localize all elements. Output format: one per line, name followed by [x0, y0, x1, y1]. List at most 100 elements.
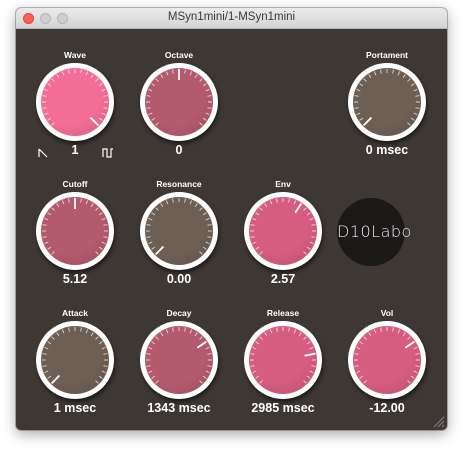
knob-tick — [354, 107, 359, 109]
knob-tick — [309, 370, 314, 374]
knob-tick — [415, 95, 420, 97]
resize-grip-icon[interactable] — [431, 414, 445, 428]
knob-indicator — [404, 340, 415, 349]
knob-indicator — [51, 374, 61, 384]
knob-tick — [309, 217, 314, 221]
knob-tick — [356, 88, 361, 92]
knob-tick — [194, 74, 198, 79]
octave-label: Octave — [164, 50, 194, 60]
knob-tick — [101, 370, 106, 374]
knob-tick — [44, 241, 49, 245]
knob-tick — [42, 353, 47, 355]
knob-tick — [255, 212, 260, 216]
knob-tick — [207, 365, 212, 367]
resonance-knob[interactable] — [140, 192, 218, 270]
knob-tick — [56, 203, 60, 208]
attack-knob[interactable] — [36, 321, 114, 399]
knob-tick — [165, 71, 169, 76]
knob-tick — [101, 217, 106, 221]
knob-tick — [160, 332, 164, 337]
knob-tick — [205, 217, 210, 221]
decay-value: 1343 msec — [147, 401, 211, 415]
knob-tick — [42, 107, 47, 109]
env-knob[interactable] — [244, 192, 322, 270]
knob-tick — [250, 353, 255, 355]
knob-tick — [250, 236, 255, 238]
knob-tick — [151, 83, 156, 87]
knob-tick — [199, 380, 203, 384]
knob-tick — [101, 88, 106, 92]
env-label: Env — [275, 179, 291, 189]
knob-tick — [85, 200, 89, 205]
decay-label: Decay — [166, 308, 192, 318]
knob-tick — [413, 88, 418, 92]
knob-tick — [42, 224, 47, 226]
portament-value: 0 msec — [365, 143, 409, 157]
knob-tick — [252, 241, 257, 245]
knob-tick — [148, 370, 153, 374]
knob-tick — [415, 365, 420, 367]
knob-tick — [103, 107, 108, 109]
knob-tick — [202, 375, 207, 379]
knob-tick — [306, 375, 311, 379]
vol-knob[interactable] — [348, 321, 426, 399]
knob-scale — [146, 69, 212, 126]
knob-tick — [255, 341, 260, 345]
knob-tick — [359, 375, 364, 379]
knob-tick — [103, 353, 108, 355]
knob-tick — [103, 95, 108, 97]
knob-tick — [90, 74, 94, 79]
knob-tick — [47, 246, 52, 250]
knob-tick — [356, 112, 361, 116]
knob-tick — [413, 370, 418, 374]
knob-tick — [61, 200, 65, 205]
cutoff-knob[interactable] — [36, 192, 114, 270]
knob-tick — [252, 346, 257, 350]
knob-tick — [259, 251, 263, 255]
knob-tick — [95, 78, 99, 82]
knob-tick — [172, 327, 174, 332]
cutoff-label: Cutoff — [62, 179, 88, 189]
knob-tick — [146, 365, 151, 367]
portament-knob[interactable] — [348, 63, 426, 141]
knob-tick — [42, 236, 47, 238]
knob-tick — [288, 327, 290, 332]
knob-tick — [298, 332, 302, 337]
knob-tick — [47, 341, 52, 345]
octave-knob[interactable] — [140, 63, 218, 141]
release-knob[interactable] — [244, 321, 322, 399]
knob-tick — [309, 241, 314, 245]
knob-tick — [202, 212, 207, 216]
knob-tick — [410, 83, 415, 87]
knob-tick — [148, 112, 153, 116]
knob-tick — [413, 346, 418, 350]
attack-label: Attack — [62, 308, 88, 318]
knob-tick — [101, 346, 106, 350]
decay-knob[interactable] — [140, 321, 218, 399]
knob-tick — [276, 327, 278, 332]
knob-tick — [95, 251, 99, 255]
knob-tick — [80, 327, 82, 332]
knob-tick — [410, 375, 415, 379]
knob-tick — [56, 74, 60, 79]
knob-tick — [368, 74, 372, 79]
knob-scale — [146, 198, 212, 255]
knob-tick — [189, 329, 193, 334]
knob-tick — [205, 241, 210, 245]
knob-tick — [276, 198, 278, 203]
knob-tick — [259, 380, 263, 384]
knob-tick — [354, 353, 359, 355]
knob-tick — [184, 69, 186, 74]
knob-tick — [269, 200, 273, 205]
knob-scale — [250, 327, 316, 384]
attack-value: 1 msec — [53, 401, 97, 415]
knob-tick — [44, 217, 49, 221]
knob-tick — [95, 207, 99, 211]
knob-indicator — [294, 203, 303, 214]
knob-tick — [95, 380, 99, 384]
knob-tick — [155, 380, 159, 384]
wave-knob[interactable] — [36, 63, 114, 141]
knob-tick — [165, 200, 169, 205]
title-bar: MSyn1mini/1-MSyn1mini — [16, 8, 447, 29]
knob-tick — [155, 78, 159, 82]
